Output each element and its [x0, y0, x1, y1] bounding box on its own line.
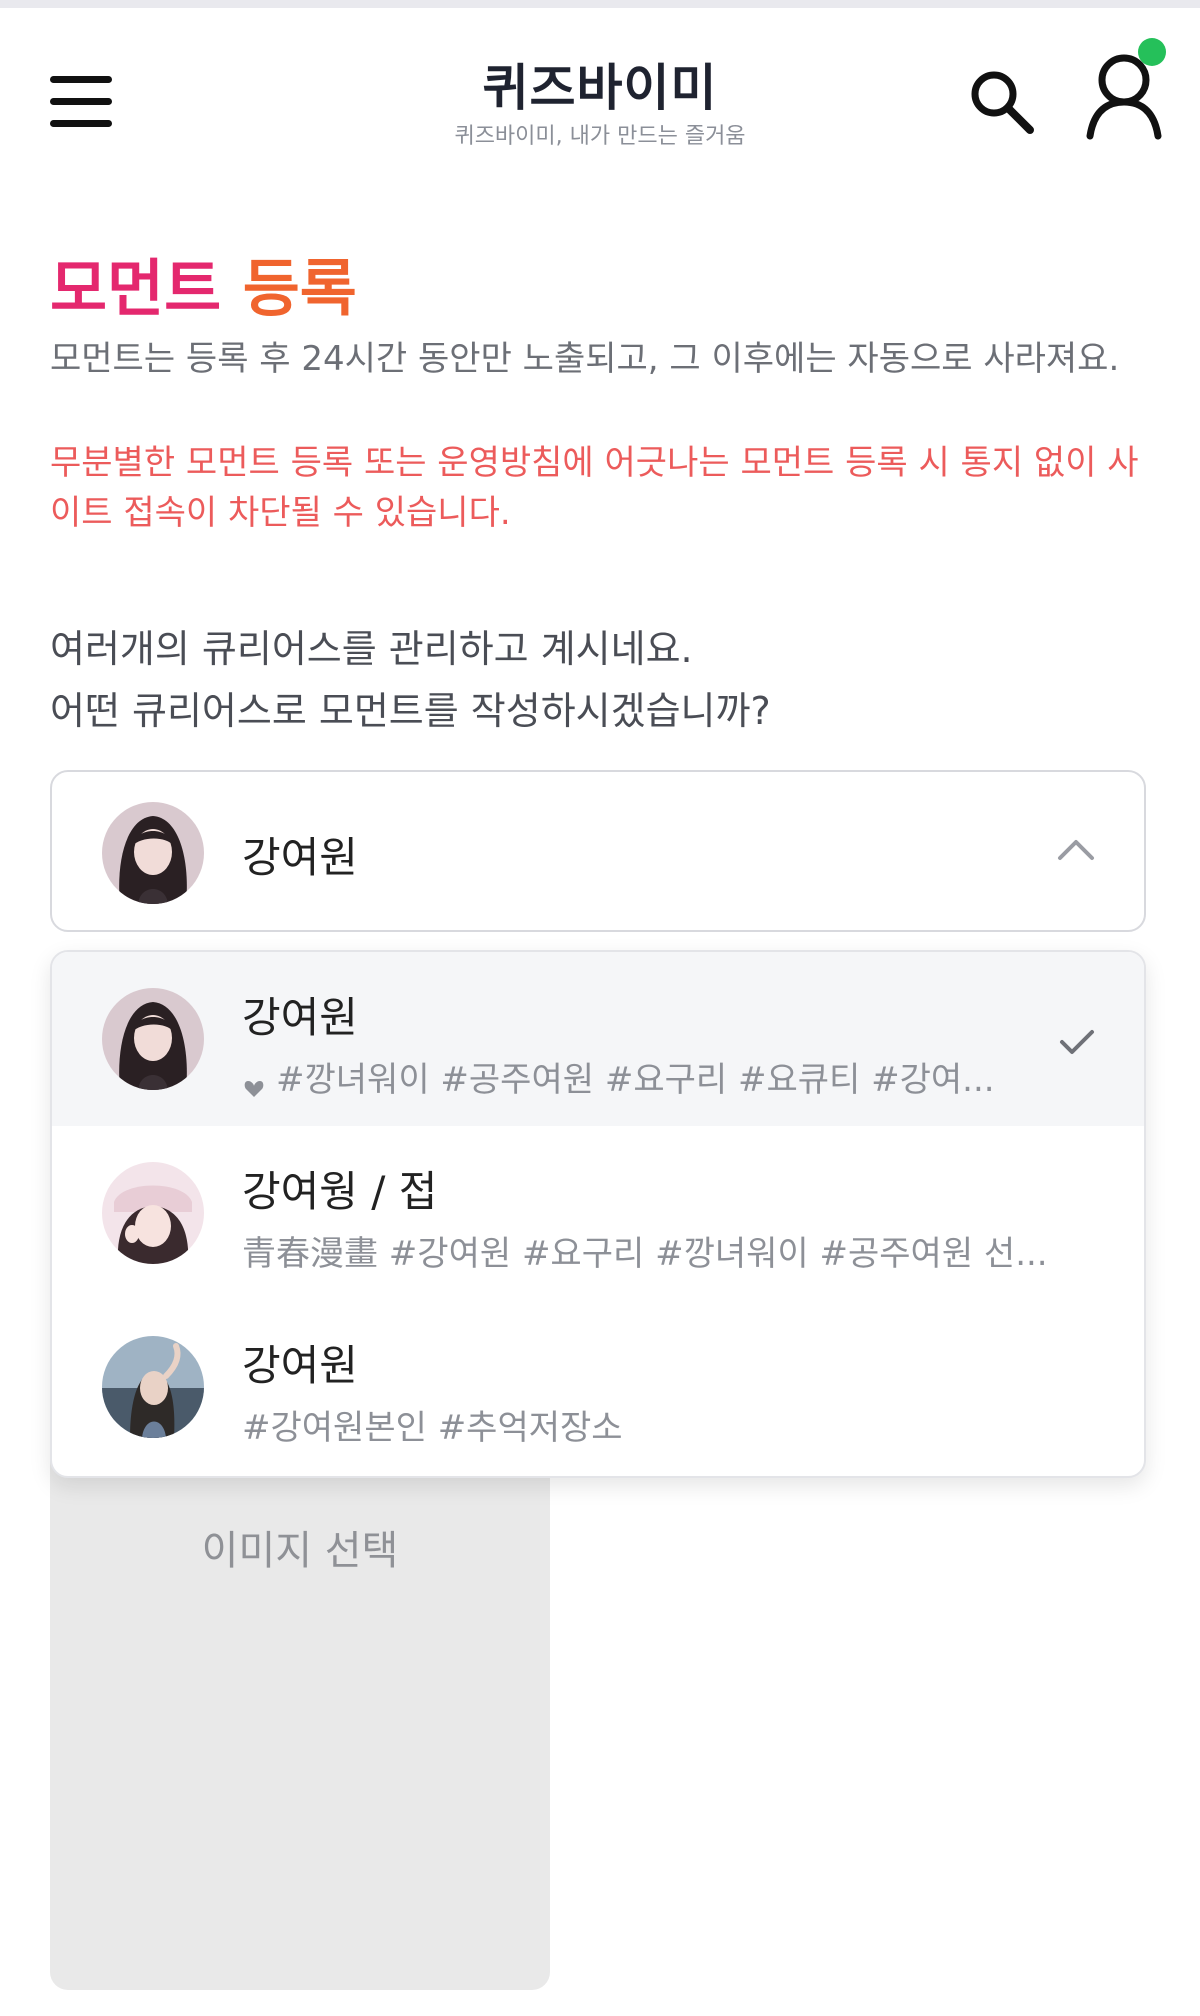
search-icon[interactable] [966, 66, 1038, 138]
page-title-part2: 등록 [242, 252, 357, 325]
profile-option[interactable]: 강여웡 / 접 青春漫畫 #강여원 #요구리 #깡녀워이 #공주여원 선... [52, 1126, 1144, 1300]
heart-icon [242, 1070, 266, 1097]
profile-option-tags: #강여원본인 #추억저장소 [242, 1408, 623, 1448]
image-picker[interactable] [50, 1400, 550, 1990]
image-picker-label[interactable]: 이미지 선택 [0, 1518, 600, 1576]
profile-question: 여러개의 큐리어스를 관리하고 계시네요. 어떤 큐리어스로 모먼트를 작성하시… [50, 618, 1160, 742]
check-icon [1056, 1026, 1098, 1058]
profile-option[interactable]: 강여원 #강여원본인 #추억저장소 [52, 1300, 1144, 1474]
moment-warning: 무분별한 모먼트 등록 또는 운영방침에 어긋나는 모먼트 등록 시 통지 없이… [50, 443, 1139, 533]
app-header: 퀴즈바이미 퀴즈바이미, 내가 만드는 즐거움 [0, 8, 1200, 168]
profile-option[interactable]: 강여원 #깡녀워이 #공주여원 #요구리 #요큐티 #강여... [52, 952, 1144, 1126]
top-divider [0, 0, 1200, 8]
selected-profile-name: 강여원 [242, 833, 358, 882]
profile-select[interactable]: 강여원 [50, 770, 1146, 932]
profile-option-name: 강여원 [242, 993, 358, 1042]
page-title: 모먼트 등록 [50, 238, 357, 328]
profile-option-name: 강여원 [242, 1341, 358, 1390]
chevron-up-icon[interactable] [1052, 832, 1100, 868]
avatar [102, 1336, 204, 1438]
profile-option-tags-text: #깡녀워이 #공주여원 #요구리 #요큐티 #강여... [276, 1060, 995, 1100]
online-status-badge [1138, 38, 1166, 66]
profile-option-name: 강여웡 / 접 [242, 1167, 438, 1216]
question-line-1: 여러개의 큐리어스를 관리하고 계시네요. [50, 627, 693, 671]
question-line-2: 어떤 큐리어스로 모먼트를 작성하시겠습니까? [50, 689, 771, 733]
avatar [102, 988, 204, 1090]
profile-option-tags: 青春漫畫 #강여원 #요구리 #깡녀워이 #공주여원 선... [242, 1234, 1048, 1274]
page-title-part1: 모먼트 [50, 252, 222, 325]
avatar [102, 802, 204, 904]
moment-description: 모먼트는 등록 후 24시간 동안만 노출되고, 그 이후에는 자동으로 사라져… [50, 339, 1120, 379]
avatar [102, 1162, 204, 1264]
profile-dropdown-list: 강여원 #깡녀워이 #공주여원 #요구리 #요큐티 #강여... 강여웡 / 접… [50, 950, 1146, 1478]
profile-option-tags: #깡녀워이 #공주여원 #요구리 #요큐티 #강여... [242, 1052, 1072, 1101]
